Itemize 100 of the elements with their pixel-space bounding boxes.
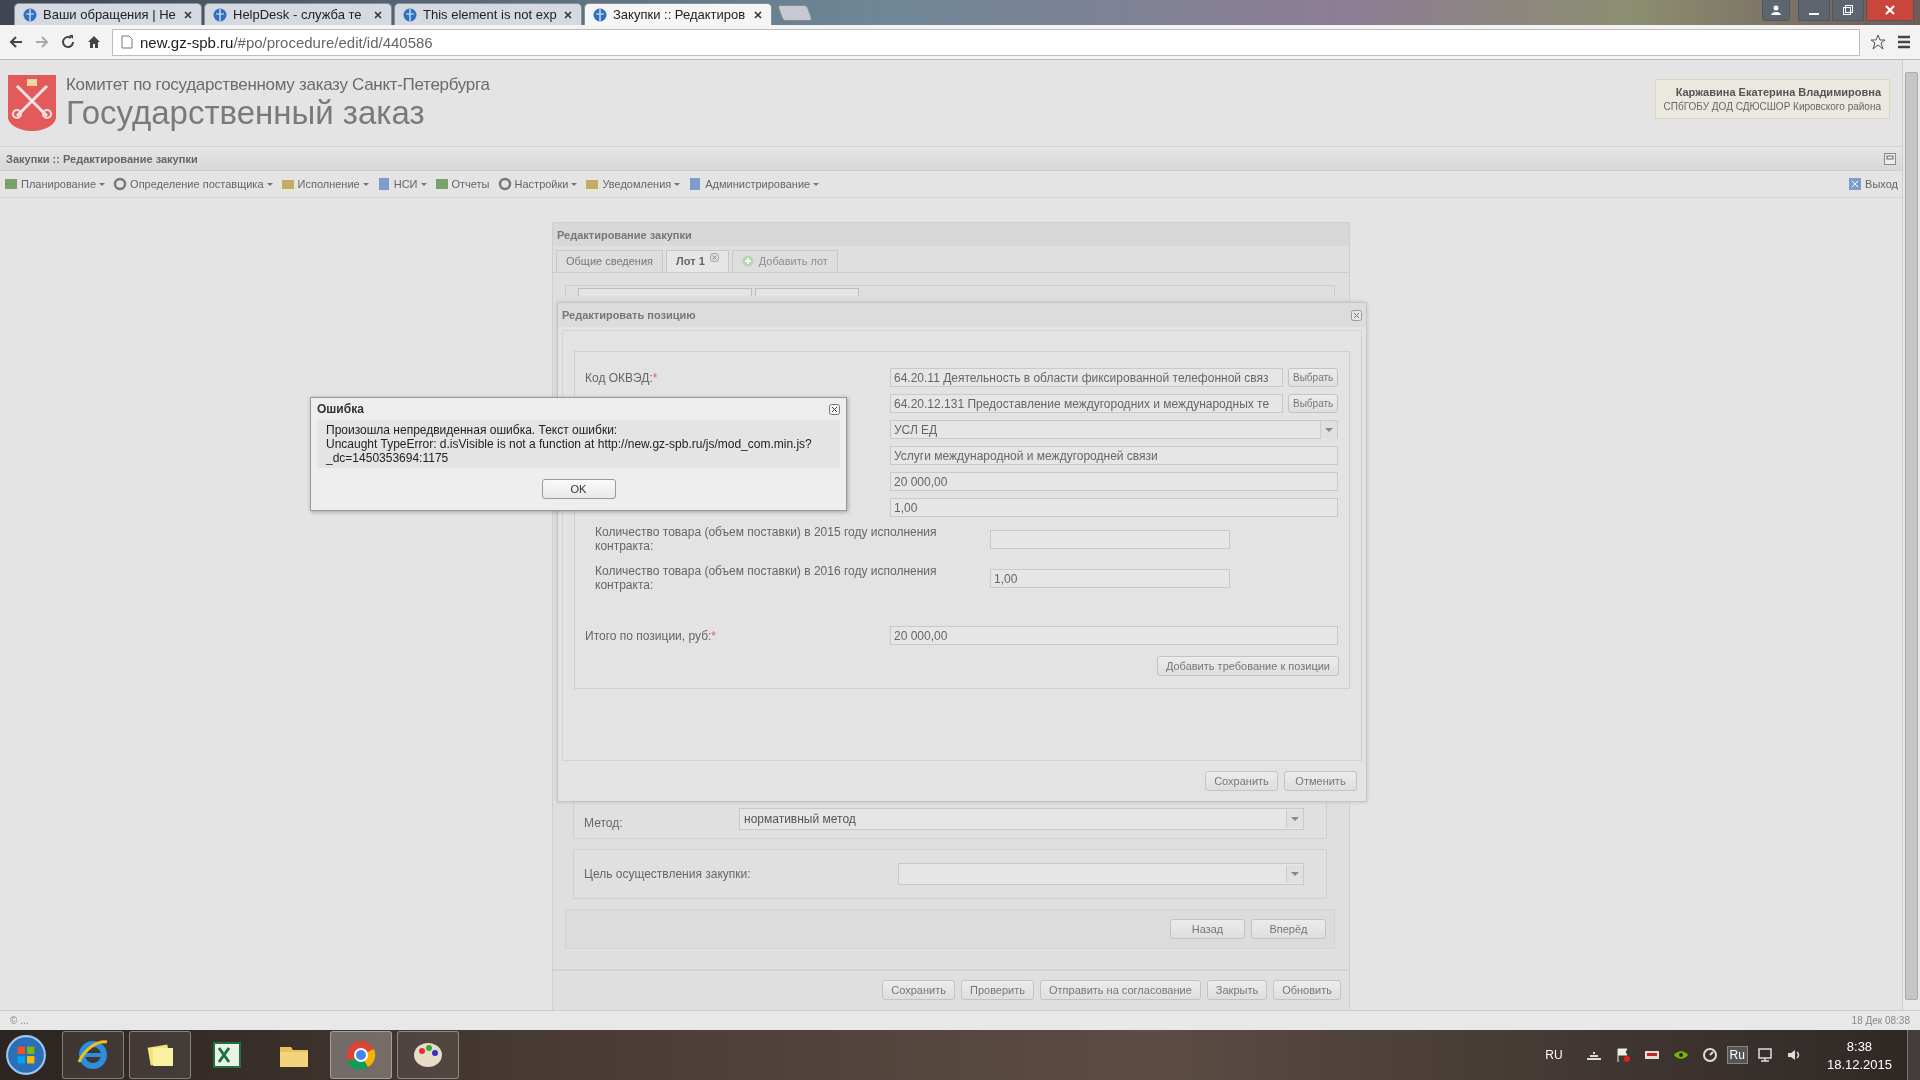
menu-item[interactable]: Отчеты [434,177,490,191]
text-field[interactable]: 1,00 [990,568,1230,588]
address-field[interactable]: new.gz-spb.ru/#po/procedure/edit/id/440586 [112,28,1860,56]
caret-icon [99,182,106,186]
status-text: © ... [10,1015,29,1026]
add-icon [741,255,754,268]
home-icon[interactable] [86,34,102,50]
ok-button[interactable]: OK [541,479,616,499]
field-label: Метод: [584,815,624,830]
dropdown-field[interactable]: нормативный метод [739,807,1304,830]
field-label: Итого по позиции, руб:* [585,628,718,643]
speedometer-icon[interactable] [1701,1047,1718,1063]
caret-icon [571,182,578,186]
close-icon[interactable] [563,9,573,20]
text-field[interactable] [990,529,1230,549]
footer-button[interactable]: Отправить на согласование [1040,980,1201,1001]
monitor-icon[interactable] [1756,1047,1773,1063]
panel-title: Редактирование закупки [557,228,692,241]
text-field[interactable]: 1,00 [890,498,1338,517]
menu-icon[interactable] [1896,34,1912,50]
language-indicator[interactable]: RU [1545,1048,1563,1062]
caret-icon [813,182,820,186]
footer-button[interactable]: Сохранить [882,980,955,1001]
close-icon [1884,3,1896,16]
dialog-button[interactable]: Сохранить [1205,771,1278,791]
menu-item[interactable]: Настройки [497,177,578,191]
start-button[interactable] [5,1034,47,1076]
restore-button[interactable] [1832,0,1864,21]
close-icon[interactable] [829,403,840,415]
text-field[interactable]: Услуги международной и междугородней связи [890,446,1338,465]
star-icon[interactable] [1870,34,1886,50]
user-name: Каржавина Екатерина Владимировна [1675,86,1881,98]
menu-item[interactable]: Определение поставщика [113,177,273,191]
restore-icon [1842,3,1854,16]
page-title: Закупки :: Редактирование закупки [6,152,198,165]
field-label: Код ОКВЭД:* [585,370,659,385]
browser-tab[interactable]: Закупки :: Редактиров [584,3,772,25]
footer-button[interactable]: Обновить [1273,980,1341,1001]
nav-button[interactable]: Вперёд [1251,918,1326,939]
back-icon[interactable] [8,34,24,50]
footer-button[interactable]: Проверить [961,980,1034,1001]
add-requirement-button[interactable]: Добавить требование к позиции [1156,656,1339,676]
browser-tab[interactable]: HelpDesk - служба те [204,3,392,25]
input-method-indicator[interactable]: Ru [1726,1046,1748,1064]
exit-icon [1848,177,1863,191]
dialog-title: Редактировать позицию [562,309,696,321]
text-field[interactable]: 64.20.12.131 Предоставление междугородних и международных те [890,394,1283,413]
scrollbar[interactable] [1902,60,1920,1010]
menu-item[interactable]: Исполнение [280,177,369,191]
globe-icon [593,7,607,22]
field-label: Цель осуществления закупки: [584,866,752,881]
close-icon[interactable] [183,9,193,20]
page-icon [121,35,133,49]
footer-button[interactable]: Закрыть [1206,980,1268,1001]
nav-button[interactable]: Назад [1170,918,1245,939]
caret-icon [266,182,273,186]
caret-icon [420,182,427,186]
browser-tab[interactable]: This element is not exp [394,3,582,25]
taskbar-app[interactable] [397,1031,459,1079]
new-tab-button[interactable] [777,5,813,21]
menu-item[interactable]: Уведомления [585,177,681,191]
globe-icon [403,7,417,22]
tab[interactable]: Лот 1 [666,249,729,272]
caret-icon [674,182,681,186]
choose-button[interactable]: Выбрать [1288,394,1339,413]
tab[interactable]: Общие сведения [556,249,664,272]
close-button[interactable] [1866,0,1914,21]
error-message: Произошла непредвиденная ошибка. Текст ошибки: [326,423,619,437]
dropdown-field[interactable]: УСЛ ЕД [890,420,1338,439]
text-field[interactable]: 64.20.11 Деятельность в области фиксированной телефонной связ [890,368,1283,387]
flag-icon[interactable] [1614,1047,1631,1063]
clock[interactable]: 8:38 18.12.2015 [1826,1038,1892,1072]
user-organization: СПбГОБУ ДОД СДЮСШОР Кировского района [1663,101,1881,112]
menu-item[interactable]: Планирование [4,177,106,191]
chrome-icon [344,1038,378,1072]
text-field[interactable]: 20 000,00 [890,472,1338,491]
menu-item[interactable]: Администрирование [688,177,820,191]
ie-icon [76,1038,110,1072]
choose-button[interactable]: Выбрать [1288,368,1339,387]
logout-link[interactable]: Выход [1848,177,1898,191]
collapse-icon[interactable] [1884,152,1896,165]
browser-tab[interactable]: Ваши обращения | Не [14,3,202,25]
user-button[interactable] [1762,0,1790,21]
taskbar-app[interactable] [129,1031,191,1079]
status-date: 18 Дек 08:38 [1851,1015,1910,1026]
dropdown-field[interactable] [898,862,1304,885]
speaker-icon[interactable] [1785,1047,1802,1063]
menu-item[interactable]: НСИ [376,177,427,191]
emblem-icon [7,74,57,132]
globe-icon [213,7,227,22]
taskbar-app[interactable] [62,1031,124,1079]
minimize-button[interactable] [1798,0,1830,21]
dialog-button[interactable]: Отменить [1284,771,1357,791]
committee-name: Комитет по государственному заказу Санкт-Петербурга [66,75,490,95]
error-message: Uncaught TypeError: d.isVisible is not a function at http://new.gz-spb.ru/js/mod_com.min.js?_dc=1450353694:1175 [326,437,813,465]
text-field[interactable]: 20 000,00 [890,626,1338,645]
close-icon[interactable] [753,9,763,20]
close-icon[interactable] [373,9,383,20]
reload-icon[interactable] [60,34,76,50]
field-label: Количество товара (объем поставки) в 2016 году исполнения контракта: [595,564,938,592]
